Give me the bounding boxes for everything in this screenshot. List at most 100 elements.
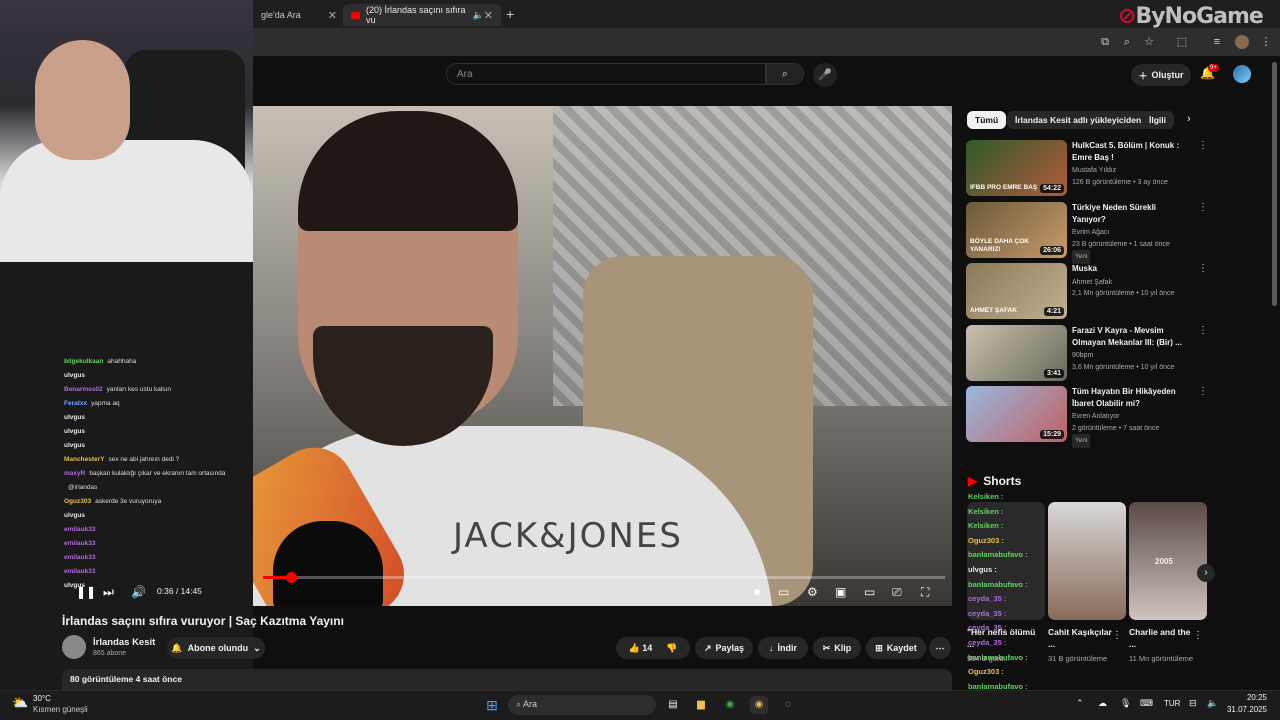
recommended-title[interactable]: Farazi V Kayra - Mevsim Olmayan Mekanlar… bbox=[1072, 325, 1190, 348]
chevron-right-icon[interactable]: › bbox=[1187, 113, 1191, 125]
media-control-icon[interactable]: ≡ bbox=[1209, 34, 1225, 50]
chip-related[interactable]: İlgili bbox=[1141, 111, 1174, 129]
mic-tray-icon[interactable]: 🎙 bbox=[1120, 698, 1131, 709]
subtitles-icon[interactable]: ▭ bbox=[778, 584, 789, 600]
subscribed-button[interactable]: 🔔 Abone olundu ⌄ bbox=[167, 637, 265, 659]
channel-name[interactable]: İrlandas Kesit bbox=[93, 637, 155, 648]
close-tab-icon[interactable]: ✕ bbox=[328, 9, 337, 22]
file-explorer-icon[interactable]: ▆ bbox=[692, 696, 710, 714]
download-button[interactable]: ↓ İndir bbox=[758, 637, 808, 659]
language-indicator[interactable]: TUR bbox=[1164, 699, 1180, 708]
recommended-video[interactable]: AHMET ŞAFAK 4:21 Muska Ahmet Şafak 2,1 Mn gö… bbox=[966, 263, 1211, 321]
channel-name[interactable]: Evren Anlatıyor bbox=[1072, 411, 1190, 423]
video-player[interactable]: JACK&JONES bbox=[253, 106, 952, 606]
network-icon[interactable]: ⊟ bbox=[1189, 698, 1197, 709]
recommended-title[interactable]: Türkiye Neden Sürekli Yanıyor? bbox=[1072, 202, 1190, 225]
recommended-video[interactable]: 15:29 Tüm Hayatın Bir Hikâyeden İbaret Ol… bbox=[966, 386, 1211, 448]
more-options-icon[interactable]: ⋮ bbox=[1198, 202, 1208, 213]
clip-button[interactable]: ✂ Klip bbox=[813, 637, 861, 659]
create-button[interactable]: ＋ Oluştur bbox=[1131, 64, 1191, 86]
channel-name[interactable]: Ahmet Şafak bbox=[1072, 277, 1190, 289]
clock-time[interactable]: 20:25 bbox=[1227, 693, 1267, 702]
new-badge: Yeni bbox=[1072, 434, 1091, 448]
progress-bar[interactable] bbox=[263, 572, 945, 583]
tray-chevron-icon[interactable]: ⌃ bbox=[1076, 698, 1084, 709]
clock-date[interactable]: 31.07.2025 bbox=[1220, 705, 1267, 714]
bookmark-star-icon[interactable]: ☆ bbox=[1141, 34, 1157, 50]
new-tab-button[interactable]: + bbox=[506, 6, 514, 22]
video-thumbnail[interactable]: IFBB PRO EMRE BAŞ 54:22 bbox=[966, 140, 1067, 196]
short-thumbnail[interactable] bbox=[1048, 502, 1126, 620]
video-thumbnail[interactable]: BÖYLE DAHA ÇOK YANARIZ! 26:06 bbox=[966, 202, 1067, 258]
like-button[interactable]: 👍 14 bbox=[629, 643, 653, 654]
miniplayer-icon[interactable]: ▣ bbox=[835, 584, 846, 600]
recommended-video[interactable]: BÖYLE DAHA ÇOK YANARIZ! 26:06 Türkiye Nede… bbox=[966, 202, 1211, 264]
video-thumbnail[interactable]: AHMET ŞAFAK 4:21 bbox=[966, 263, 1067, 319]
next-icon[interactable]: ⏭ bbox=[103, 584, 114, 600]
more-options-icon[interactable]: ⋮ bbox=[1198, 325, 1208, 336]
recommended-title[interactable]: Muska bbox=[1072, 263, 1190, 275]
app-icon[interactable]: ◌ bbox=[779, 696, 797, 714]
volume-icon[interactable]: 🔊 bbox=[131, 584, 146, 600]
short-title[interactable]: Charlie and the ... bbox=[1129, 626, 1199, 650]
save-button[interactable]: ⊞ Kaydet bbox=[866, 637, 926, 659]
menu-dots-icon[interactable]: ⋮ bbox=[1258, 34, 1274, 50]
search-input[interactable]: Ara bbox=[446, 63, 766, 85]
voice-search-button[interactable]: 🎤 bbox=[813, 63, 837, 87]
keyboard-icon[interactable]: ⌨ bbox=[1140, 698, 1153, 709]
chip-from-uploader[interactable]: İrlandas Kesit adlı yükleyiciden bbox=[1007, 111, 1150, 129]
chrome-icon[interactable]: ◉ bbox=[721, 696, 739, 714]
more-options-icon[interactable]: ⋮ bbox=[1198, 263, 1208, 274]
zoom-icon[interactable]: ⌕ bbox=[1119, 34, 1135, 50]
autoplay-toggle[interactable]: ⏺ bbox=[745, 584, 769, 600]
recommended-title[interactable]: HulkCast 5. Bölüm | Konuk : Emre Baş ! bbox=[1072, 140, 1190, 163]
fullscreen-icon[interactable]: ⛶ bbox=[921, 584, 929, 600]
share-button[interactable]: ↗ Paylaş bbox=[695, 637, 753, 659]
chip-all[interactable]: Tümü bbox=[967, 111, 1007, 129]
recommended-title[interactable]: Tüm Hayatın Bir Hikâyeden İbaret Olabili… bbox=[1072, 386, 1190, 409]
recommended-meta: Mustafa Yıldız 126 B görüntüleme • 3 ay ö… bbox=[1072, 165, 1190, 188]
chrome-active-icon[interactable]: ◉ bbox=[750, 696, 768, 714]
short-menu-icon[interactable]: ⋮ bbox=[1112, 630, 1122, 641]
taskbar-search[interactable]: ⌕ Ara bbox=[508, 695, 656, 715]
cast-icon[interactable]: ⎚ bbox=[892, 584, 902, 600]
short-title[interactable]: "Her nefis ölümü ... bbox=[967, 626, 1037, 650]
more-actions-icon[interactable]: ⋯ bbox=[929, 637, 951, 659]
account-avatar[interactable] bbox=[1233, 65, 1251, 83]
short-title[interactable]: Cahit Kaşıkçılar ... bbox=[1048, 626, 1118, 650]
install-app-icon[interactable]: ⧉ bbox=[1097, 34, 1113, 50]
audio-playing-icon[interactable]: 🔈 bbox=[473, 10, 484, 21]
start-windows-icon[interactable]: ⊞ bbox=[483, 696, 501, 714]
more-options-icon[interactable]: ⋮ bbox=[1198, 140, 1208, 151]
shorts-next-icon[interactable]: › bbox=[1197, 564, 1215, 582]
more-options-icon[interactable]: ⋮ bbox=[1198, 386, 1208, 397]
video-thumbnail[interactable]: 15:29 bbox=[966, 386, 1067, 442]
description-box[interactable]: 80 görüntüleme 4 saat önce bbox=[62, 669, 952, 690]
progress-scrubber[interactable] bbox=[285, 572, 297, 583]
onedrive-icon[interactable]: ☁ bbox=[1098, 698, 1107, 709]
recommended-video[interactable]: IFBB PRO EMRE BAŞ 54:22 HulkCast 5. Bölüm … bbox=[966, 140, 1211, 198]
pause-icon[interactable]: ❚❚ bbox=[76, 584, 96, 600]
tab-google-search[interactable]: gle'da Ara ✕ bbox=[253, 4, 345, 26]
task-view-icon[interactable]: ▤ bbox=[664, 696, 682, 714]
channel-name[interactable]: Evrim Ağacı bbox=[1072, 227, 1190, 239]
close-tab-icon[interactable]: ✕ bbox=[484, 9, 493, 22]
settings-gear-icon[interactable]: ⚙ bbox=[807, 584, 818, 600]
short-thumbnail[interactable]: 2005 bbox=[1129, 502, 1207, 620]
recommended-video[interactable]: 3:41 Farazi V Kayra - Mevsim Olmayan Meka… bbox=[966, 325, 1211, 383]
video-duration: 54:22 bbox=[1040, 184, 1064, 193]
speaker-icon[interactable]: 🔈 bbox=[1207, 698, 1218, 709]
theater-mode-icon[interactable]: ▭ bbox=[864, 584, 875, 600]
extensions-icon[interactable]: ⬚ bbox=[1174, 34, 1190, 50]
tab-youtube-video[interactable]: (20) İrlandas saçını sıfıra vu 🔈 ✕ bbox=[343, 4, 501, 26]
page-scrollbar[interactable] bbox=[1272, 62, 1277, 306]
dislike-icon[interactable]: 👎 bbox=[666, 643, 677, 654]
channel-avatar[interactable] bbox=[62, 635, 86, 659]
profile-avatar[interactable] bbox=[1235, 35, 1249, 49]
video-thumbnail[interactable]: 3:41 bbox=[966, 325, 1067, 381]
short-menu-icon[interactable]: ⋮ bbox=[1193, 630, 1203, 641]
channel-name[interactable]: 90bpm bbox=[1072, 350, 1190, 362]
weather-icon[interactable]: ⛅ bbox=[12, 695, 28, 711]
channel-name[interactable]: Mustafa Yıldız bbox=[1072, 165, 1190, 177]
search-button[interactable]: ⌕ bbox=[766, 63, 804, 85]
